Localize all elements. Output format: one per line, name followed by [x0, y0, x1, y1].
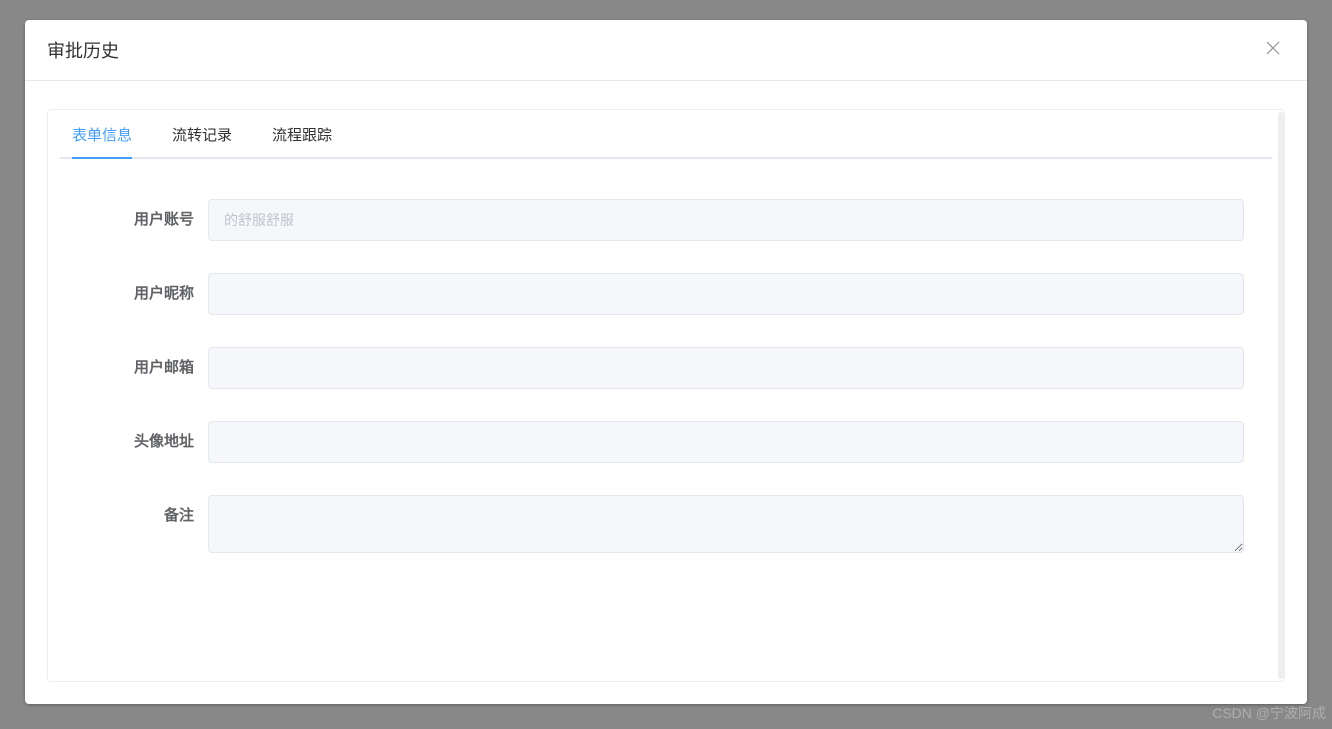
- input-user-email[interactable]: [208, 347, 1244, 389]
- label-avatar-url: 头像地址: [68, 421, 208, 463]
- label-user-email: 用户邮箱: [68, 347, 208, 389]
- row-user-nickname: 用户昵称: [68, 273, 1264, 315]
- watermark: CSDN @宁波阿成: [1212, 703, 1326, 723]
- tab-flow-record[interactable]: 流转记录: [172, 110, 232, 159]
- tab-form-info[interactable]: 表单信息: [72, 110, 132, 159]
- label-remark: 备注: [68, 495, 208, 537]
- tabs-nav: 表单信息 流转记录 流程跟踪: [60, 110, 1272, 159]
- row-avatar-url: 头像地址: [68, 421, 1264, 463]
- label-user-nickname: 用户昵称: [68, 273, 208, 315]
- input-user-account[interactable]: [208, 199, 1244, 241]
- modal-body: 表单信息 流转记录 流程跟踪 用户账号 用户昵称: [25, 81, 1307, 704]
- close-icon[interactable]: [1261, 36, 1285, 64]
- input-user-nickname[interactable]: [208, 273, 1244, 315]
- textarea-remark[interactable]: [208, 495, 1244, 553]
- modal-title: 审批历史: [47, 37, 119, 63]
- row-remark: 备注: [68, 495, 1264, 558]
- row-user-email: 用户邮箱: [68, 347, 1264, 389]
- label-user-account: 用户账号: [68, 199, 208, 241]
- content-card: 表单信息 流转记录 流程跟踪 用户账号 用户昵称: [47, 109, 1285, 682]
- tab-flow-trace[interactable]: 流程跟踪: [272, 110, 332, 159]
- row-user-account: 用户账号: [68, 199, 1264, 241]
- input-avatar-url[interactable]: [208, 421, 1244, 463]
- form-panel: 用户账号 用户昵称 用户邮箱: [48, 159, 1284, 610]
- approval-history-modal: 审批历史 表单信息 流转记录 流程跟踪 用户账号: [25, 20, 1307, 704]
- modal-header: 审批历史: [25, 20, 1307, 81]
